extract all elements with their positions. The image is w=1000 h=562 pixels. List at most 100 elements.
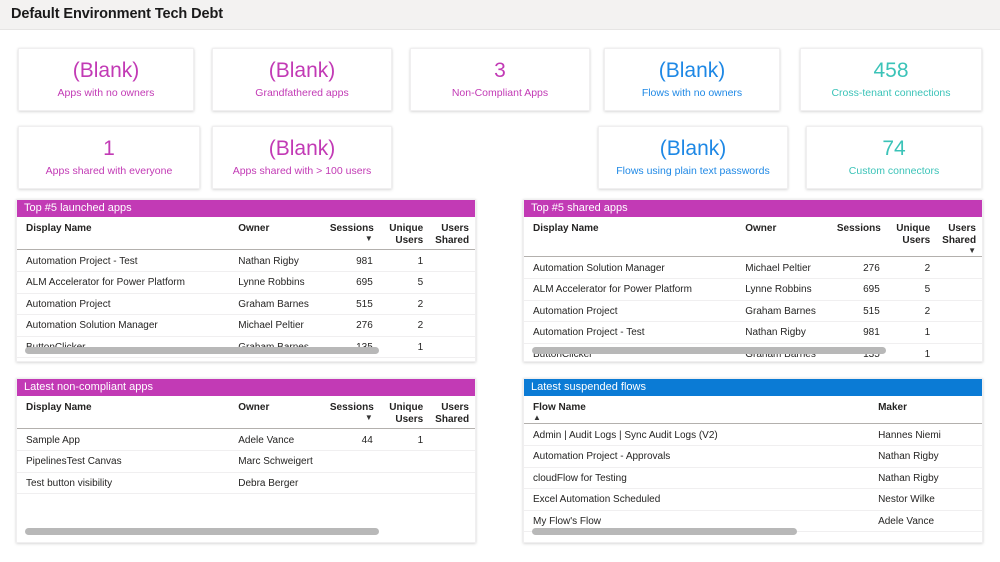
table-cell <box>379 472 429 494</box>
scrollbar-thumb[interactable] <box>532 347 886 354</box>
table-cell: 1 <box>379 249 429 272</box>
kpi-card-non-compliant-apps[interactable]: 3 Non-Compliant Apps <box>410 48 590 111</box>
column-header-sessions[interactable]: Sessions ▼ <box>324 217 379 249</box>
table-body[interactable]: Display Name Owner Sessions ▼ Unique Use… <box>17 217 475 361</box>
table-visual-top-shared-apps[interactable]: Top #5 shared apps Display Name Owner <box>523 199 983 362</box>
kpi-value: 3 <box>494 60 506 82</box>
table-cell: Lynne Robbins <box>739 279 831 301</box>
sort-descending-icon[interactable]: ▼ <box>942 248 976 254</box>
column-header-owner[interactable]: Owner <box>232 217 324 249</box>
horizontal-scrollbar[interactable] <box>532 528 974 535</box>
kpi-label: Apps shared with everyone <box>46 166 173 178</box>
kpi-card-flows-using-plain-text-passwords[interactable]: (Blank) Flows using plain text passwords <box>598 126 788 189</box>
table-row[interactable]: ALM Accelerator for Power PlatformLynne … <box>17 272 475 294</box>
table-cell: Hannes Niemi <box>872 423 982 446</box>
table-cell: Automation Project - Test <box>17 249 232 272</box>
kpi-value: (Blank) <box>269 60 336 82</box>
table-rows: Automation Project - TestNathan Rigby981… <box>17 249 475 358</box>
column-header-owner[interactable]: Owner <box>232 396 324 428</box>
table-cell: 515 <box>831 300 886 322</box>
kpi-card-apps-with-no-owners[interactable]: (Blank) Apps with no owners <box>18 48 194 111</box>
kpi-card-cross-tenant-connections[interactable]: 458 Cross-tenant connections <box>800 48 982 111</box>
column-header-users-shared[interactable]: Users Shared ▼ <box>936 217 982 256</box>
table-cell <box>429 249 475 272</box>
horizontal-scrollbar[interactable] <box>532 347 974 354</box>
table-row[interactable]: Automation Project - TestNathan Rigby981… <box>17 249 475 272</box>
table-cell <box>324 472 379 494</box>
sort-descending-icon[interactable]: ▼ <box>330 415 373 421</box>
kpi-card-apps-shared-with-over-100-users[interactable]: (Blank) Apps shared with > 100 users <box>212 126 392 189</box>
table-row[interactable]: Automation Project - ApprovalsNathan Rig… <box>524 446 982 468</box>
visual-header-title: Top #5 shared apps <box>524 200 982 217</box>
table-cell: 981 <box>831 322 886 344</box>
column-header-users-shared[interactable]: Users Shared <box>429 217 475 249</box>
table-cell: Sample App <box>17 428 232 451</box>
table-cell: Excel Automation Scheduled <box>524 489 872 511</box>
table-cell: Automation Project - Test <box>524 322 739 344</box>
scrollbar-thumb[interactable] <box>25 347 379 354</box>
horizontal-scrollbar[interactable] <box>25 528 467 535</box>
scrollbar-thumb[interactable] <box>532 528 797 535</box>
sort-ascending-icon[interactable]: ▲ <box>533 415 866 421</box>
kpi-card-grandfathered-apps[interactable]: (Blank) Grandfathered apps <box>212 48 392 111</box>
sort-descending-icon[interactable]: ▼ <box>330 236 373 242</box>
kpi-label: Apps with no owners <box>58 88 155 100</box>
column-header-sessions[interactable]: Sessions ▼ <box>324 396 379 428</box>
column-header-sessions[interactable]: Sessions <box>831 217 886 256</box>
scrollbar-thumb[interactable] <box>25 528 379 535</box>
table-body[interactable]: Display Name Owner Sessions Unique Users <box>524 217 982 361</box>
column-header-unique-users[interactable]: Unique Users <box>886 217 936 256</box>
table-rows: Admin | Audit Logs | Sync Audit Logs (V2… <box>524 423 982 532</box>
table-visual-latest-suspended-flows[interactable]: Latest suspended flows Flow Name ▲ <box>523 378 983 543</box>
table-cell <box>936 300 982 322</box>
table-row[interactable]: Test button visibilityDebra Berger <box>17 472 475 494</box>
kpi-card-flows-with-no-owners[interactable]: (Blank) Flows with no owners <box>604 48 780 111</box>
kpi-card-apps-shared-with-everyone[interactable]: 1 Apps shared with everyone <box>18 126 200 189</box>
column-header-users-shared[interactable]: Users Shared <box>429 396 475 428</box>
table-row[interactable]: Automation Project - TestNathan Rigby981… <box>524 322 982 344</box>
column-header-display-name[interactable]: Display Name <box>17 217 232 249</box>
horizontal-scrollbar[interactable] <box>25 347 467 354</box>
report-body: (Blank) Apps with no owners (Blank) Gran… <box>0 31 1000 562</box>
table-rows: Sample AppAdele Vance441PipelinesTest Ca… <box>17 428 475 494</box>
table-row[interactable]: ALM Accelerator for Power PlatformLynne … <box>524 279 982 301</box>
column-header-unique-users[interactable]: Unique Users <box>379 396 429 428</box>
column-header-maker[interactable]: Maker <box>872 396 982 423</box>
table-cell <box>429 451 475 473</box>
table-body[interactable]: Display Name Owner Sessions ▼ Unique Use… <box>17 396 475 542</box>
kpi-label: Cross-tenant connections <box>831 88 950 100</box>
table-row[interactable]: Automation Solution ManagerMichael Pelti… <box>524 256 982 279</box>
table-visual-latest-non-compliant-apps[interactable]: Latest non-compliant apps Display Name O… <box>16 378 476 543</box>
table-cell: Michael Peltier <box>232 315 324 337</box>
table-cell <box>429 428 475 451</box>
table-row[interactable]: PipelinesTest CanvasMarc Schweigert <box>17 451 475 473</box>
kpi-label: Grandfathered apps <box>255 88 348 100</box>
table-row[interactable]: Automation Solution ManagerMichael Pelti… <box>17 315 475 337</box>
table-row[interactable]: Automation ProjectGraham Barnes5152 <box>524 300 982 322</box>
table-row[interactable]: cloudFlow for TestingNathan Rigby <box>524 467 982 489</box>
column-header-owner[interactable]: Owner <box>739 217 831 256</box>
table-cell: 695 <box>324 272 379 294</box>
data-grid: Flow Name ▲ Maker Admin | Audit Logs | S… <box>524 396 982 532</box>
visual-header-title: Latest non-compliant apps <box>17 379 475 396</box>
table-visual-top-launched-apps[interactable]: Top #5 launched apps Display Name Owner <box>16 199 476 362</box>
table-row[interactable]: Admin | Audit Logs | Sync Audit Logs (V2… <box>524 423 982 446</box>
table-cell: Automation Solution Manager <box>17 315 232 337</box>
column-header-display-name[interactable]: Display Name <box>17 396 232 428</box>
table-row[interactable]: Automation ProjectGraham Barnes5152 <box>17 293 475 315</box>
kpi-value: (Blank) <box>659 60 726 82</box>
table-cell: cloudFlow for Testing <box>524 467 872 489</box>
table-cell <box>429 315 475 337</box>
column-header-unique-users[interactable]: Unique Users <box>379 217 429 249</box>
table-row[interactable]: Excel Automation ScheduledNestor Wilke <box>524 489 982 511</box>
kpi-card-custom-connectors[interactable]: 74 Custom connectors <box>806 126 982 189</box>
table-cell: Admin | Audit Logs | Sync Audit Logs (V2… <box>524 423 872 446</box>
table-body[interactable]: Flow Name ▲ Maker Admin | Audit Logs | S… <box>524 396 982 542</box>
column-header-display-name[interactable]: Display Name <box>524 217 739 256</box>
table-cell: 1 <box>379 428 429 451</box>
kpi-label: Non-Compliant Apps <box>452 88 548 100</box>
kpi-value: (Blank) <box>73 60 140 82</box>
table-row[interactable]: Sample AppAdele Vance441 <box>17 428 475 451</box>
table-cell <box>936 256 982 279</box>
column-header-flow-name[interactable]: Flow Name ▲ <box>524 396 872 423</box>
